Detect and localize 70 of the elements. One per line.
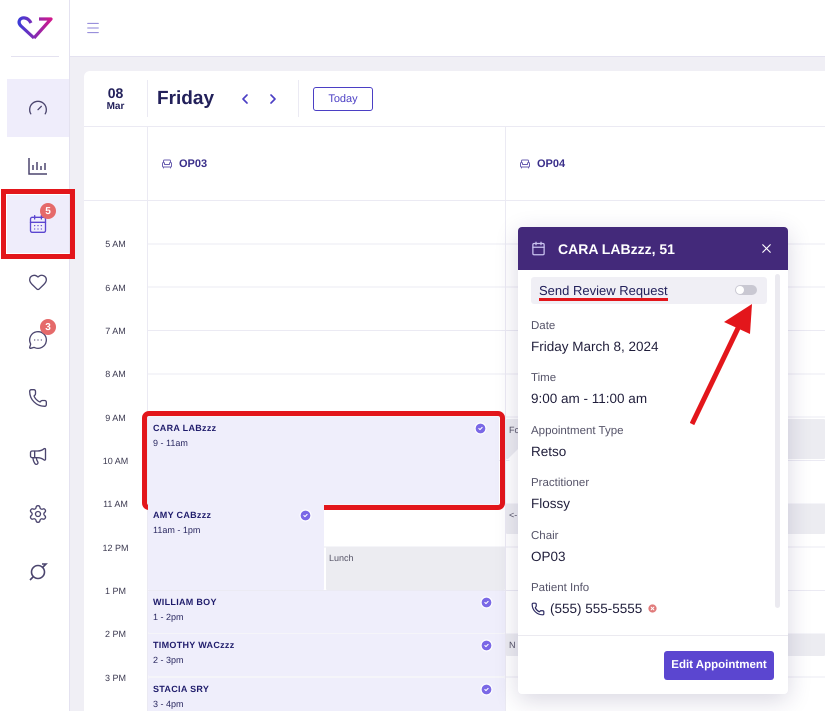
patient-name: AMY CABzzz [153,510,212,520]
appointment-card[interactable]: STACIA SRY 3 - 4pm [148,678,505,711]
hour-label: 6 AM [105,282,126,295]
appointment-time: 11am - 1pm [153,525,202,535]
phone-icon [531,602,545,616]
hour-label: 5 AM [105,238,126,252]
field-label: Practitioner [531,477,590,490]
appointment-card[interactable]: WILLIAM BOY 1 - 2pm [148,591,505,633]
hour-label: 7 AM [105,324,126,338]
appointment-time: 9 - 11am [153,438,189,448]
patient-name: WILLIAM BOY [153,597,218,607]
today-button[interactable]: Today [313,86,373,110]
calendar-icon [28,214,48,234]
chat-icon [28,330,48,350]
hour-label: 10 AM [102,454,128,468]
review-toggle[interactable] [735,285,757,296]
block-label: Lunch [329,553,355,563]
patient-name: STACIA SRY [153,684,210,694]
block-label: <- [509,510,518,520]
count-badge: 5 [40,203,56,219]
block-label: N [509,640,516,650]
menu-icon[interactable] [85,20,101,36]
settings-icon [28,504,48,524]
chair-icon [519,158,531,170]
hour-label: 8 AM [105,368,126,382]
column-title: OP03 [179,158,208,170]
hour-label: 12 PM [102,542,128,555]
edit-appointment-button[interactable]: Edit Appointment [664,650,774,680]
patient-name: CARA LABzzz [153,423,218,433]
hour-label: 11 AM [103,498,128,512]
field-label: Appointment Type [531,424,624,437]
phone-icon [28,388,48,408]
popup-title: CARA LABzzz, 51 [558,240,676,256]
field-value: Flossy [531,496,572,512]
megaphone-icon [28,446,48,466]
toggle-label: Send Review Request [539,280,668,301]
time-block[interactable]: Lunch [326,547,505,590]
chair-icon [161,158,173,170]
logo [16,16,52,40]
phone-number: (555) 555-5555 [550,601,642,616]
field-value: Retso [531,444,568,459]
appointment-time: 1 - 2pm [153,612,185,622]
field-label: Chair [531,530,560,542]
count-badge: 3 [40,319,56,335]
heart-icon [28,272,48,292]
remove-icon[interactable] [647,603,658,614]
appointment-card[interactable]: TIMOTHY WACzzz 2 - 3pm [148,634,505,676]
column-title: OP04 [537,158,566,170]
close-button[interactable] [759,241,774,256]
field-value: 9:00 am - 11:00 am [531,391,648,406]
hour-label: 2 PM [104,628,126,642]
hour-label: 9 AM [105,412,126,425]
calendar-icon [531,241,546,256]
field-value: OP03 [531,548,567,564]
month-label: Mar [106,101,124,112]
appointment-time: 3 - 4pm [153,699,185,709]
field-value: Friday March 8, 2024 [531,338,660,354]
patient-name: TIMOTHY WACzzz [153,640,236,650]
appointment-time: 2 - 3pm [153,655,185,665]
hour-label: 3 PM [104,672,126,685]
hour-label: 1 PM [104,584,126,598]
bar-chart-icon [28,157,48,175]
day-number: 08 [108,85,124,101]
field-label: Time [531,372,558,384]
appointment-card[interactable]: AMY CABzzz 11am - 1pm [148,504,324,590]
weekday-title: Friday [157,88,216,110]
field-label: Date [531,320,556,332]
orbit-icon [28,562,48,582]
appointment-card[interactable]: CARA LABzzz 9 - 11am [148,417,499,504]
field-label: Patient Info [531,582,590,594]
